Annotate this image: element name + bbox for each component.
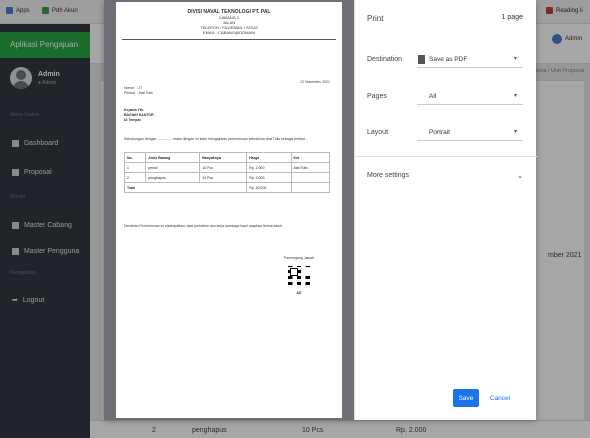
more-settings-toggle[interactable]: More settings ⌄ (355, 172, 537, 186)
qr-code-icon (287, 266, 310, 288)
layout-select[interactable]: Portrait ▾ (417, 125, 523, 141)
chevron-down-icon: ▾ (513, 93, 517, 99)
print-settings-panel: Print 1 page Destination Save as PDF ▾ P… (354, 0, 537, 420)
table-header-row: No. Jenis Barang Banyaknya Harga Ket. (123, 152, 331, 163)
signature-block: Pemengang Jawab AD (284, 256, 314, 295)
letterhead: DIVISI NAVAL TEKNOLOGI PT. PAL CABANG 1 … (187, 9, 271, 36)
document-icon (418, 55, 425, 64)
letter-date: 22 November 2021 (300, 80, 330, 84)
destination-select[interactable]: Save as PDF ▾ (417, 52, 523, 68)
letter-closing: Demikian Permohonan ini disampaikan, ata… (124, 224, 283, 228)
letter-body: Sehubungan dengan ............... maka d… (124, 137, 307, 141)
chevron-down-icon: ▾ (513, 129, 517, 135)
pages-label: Pages (367, 93, 387, 100)
table-total-row: Total Rp. 40.000 (123, 182, 331, 193)
chevron-down-icon: ⌄ (517, 173, 523, 180)
destination-label: Destination (367, 56, 403, 63)
page-count: 1 page (501, 14, 523, 21)
print-dialog: DIVISI NAVAL TEKNOLOGI PT. PAL CABANG 1 … (104, 0, 537, 420)
letter-meta: Nomor : 27 Perihal : Alat Tulis (124, 86, 153, 95)
table-row: 1 pensil 10 Pcs Rp. 2.000 Alat Tulis (123, 162, 331, 173)
header-divider (122, 39, 336, 40)
print-preview[interactable]: DIVISI NAVAL TEKNOLOGI PT. PAL CABANG 1 … (104, 0, 354, 420)
print-title: Print (367, 14, 384, 23)
pages-select[interactable]: All ▾ (417, 89, 523, 105)
letter-recipient: Kepada Yth. BAGIAN KANTOR Di Tempat (124, 108, 154, 122)
preview-page: DIVISI NAVAL TEKNOLOGI PT. PAL CABANG 1 … (116, 2, 342, 418)
chevron-down-icon: ▾ (513, 56, 517, 62)
layout-label: Layout (367, 129, 389, 136)
table-row: 2 penghapus 10 Pcs Rp. 2.000 (123, 172, 331, 183)
cancel-button[interactable]: Cancel (485, 389, 515, 407)
items-table: No. Jenis Barang Banyaknya Harga Ket. 1 … (123, 152, 331, 193)
divider (355, 156, 537, 157)
save-button[interactable]: Save (453, 389, 479, 407)
